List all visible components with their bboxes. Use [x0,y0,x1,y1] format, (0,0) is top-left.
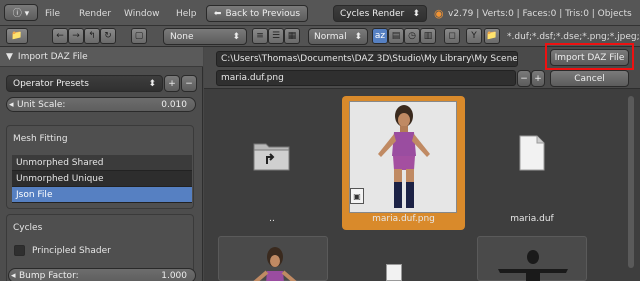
back-icon: ⬅ [213,8,222,19]
chevron-down-icon: ⬍ [412,8,420,19]
file-tile-partial[interactable] [386,264,402,281]
character-thumbnail-image [378,105,430,208]
detail-view-icon[interactable]: ☰ [268,28,284,44]
operator-sidebar: ▼ Import DAZ File Operator Presets ⬍ + −… [0,47,203,281]
thumbnail-tile-partial-2[interactable] [477,236,587,281]
duf-file-label: maria.duf [510,214,554,224]
image-file-icon: ▣ [350,188,364,204]
scene-stats: v2.79 | Verts:0 | Faces:0 | Tris:0 | Obj… [448,9,632,19]
menu-render[interactable]: Render [79,9,111,19]
minus-icon: − [185,78,193,89]
info-icon: ⓘ ▾ [12,9,30,19]
blank-file-icon [519,135,545,171]
operator-presets-select[interactable]: Operator Presets ⬍ [6,75,163,92]
editor-type-button[interactable]: ⓘ ▾ [4,4,38,21]
sort-ext-icon[interactable]: ▤ [388,28,404,44]
menu-help[interactable]: Help [176,9,197,19]
thumbnail-tile-partial[interactable] [218,236,328,281]
file-browser-toolbar: 📁 ← → ↰ ↻ ▢ None ⬍ ≡ ☰ ▦ Normal ⬍ az ▤ ◷… [0,26,640,47]
filename-decrement-button[interactable]: − [517,70,531,87]
selected-file-label: maria.duf.png [372,214,435,224]
parent-folder-icon [253,143,290,171]
mesh-option-unmorphed-shared[interactable]: Unmorphed Shared [12,155,192,171]
mesh-option-unmorphed-unique[interactable]: Unmorphed Unique [12,171,192,187]
principled-shader-label: Principled Shader [32,246,111,256]
thumbnail-view-icon[interactable]: ▦ [284,28,300,44]
bump-factor-field[interactable]: ◂ Bump Factor: 1.000 [8,268,196,281]
duf-file-tile[interactable]: maria.duf [500,132,564,228]
parent-folder-label: .. [269,214,275,224]
blender-logo-icon: ◉ [434,7,444,20]
filter-folder-icon[interactable]: 📁 [484,28,500,44]
parent-dir-icon[interactable]: ↰ [84,28,100,44]
chevron-down-icon: ⬍ [232,31,240,42]
parent-folder-tile[interactable]: .. [240,132,304,228]
show-hidden-icon[interactable]: ◻ [444,28,460,44]
filename-field[interactable]: maria.duf.png [216,70,516,86]
minus-icon: − [520,73,528,84]
add-preset-button[interactable]: + [164,75,180,92]
top-header: ⓘ ▾ File Render Window Help ⬅ Back to Pr… [0,0,640,26]
decrement-icon: ◂ [11,270,16,281]
new-folder-icon[interactable]: ▢ [131,28,147,44]
back-to-previous-button[interactable]: ⬅ Back to Previous [206,5,308,22]
figure-thumbnail-partial [498,250,568,281]
filename-increment-button[interactable]: + [531,70,545,87]
selected-file-tile[interactable]: ▣ maria.duf.png [342,96,465,230]
decrement-icon: ◂ [9,99,14,110]
plus-icon: + [168,78,176,89]
menu-file[interactable]: File [45,9,60,19]
chevron-down-icon: ⬍ [148,78,156,89]
cancel-button[interactable]: Cancel [550,70,629,87]
character-thumbnail-partial [253,247,297,281]
nav-back-icon[interactable]: ← [52,28,68,44]
chevron-down-icon: ⬍ [354,31,362,42]
directory-path-field[interactable]: C:\Users\Thomas\Documents\DAZ 3D\Studio\… [216,51,518,67]
sort-alpha-icon[interactable]: az [372,28,388,44]
thumbnail-frame [349,101,457,213]
list-view-icon[interactable]: ≡ [252,28,268,44]
vertical-scrollbar[interactable] [628,96,634,268]
filter-extensions[interactable]: *.duf;*.dsf;*.dse;*.png;*.jpeg;*.j [507,32,640,42]
unit-scale-field[interactable]: ◂ Unit Scale: 0.010 [6,97,196,112]
display-mode-select[interactable]: None ⬍ [163,28,247,45]
principled-shader-checkbox[interactable] [14,245,25,256]
refresh-icon[interactable]: ↻ [100,28,116,44]
path-row: C:\Users\Thomas\Documents\DAZ 3D\Studio\… [204,43,640,89]
sort-time-icon[interactable]: ◷ [404,28,420,44]
nav-forward-icon[interactable]: → [68,28,84,44]
bookmarks-icon[interactable]: 📁 [6,28,28,44]
mesh-fitting-label: Mesh Fitting [13,134,68,144]
filter-icon[interactable]: Y [466,28,482,44]
import-daz-file-button[interactable]: Import DAZ File [550,49,629,66]
render-engine-select[interactable]: Cycles Render ⬍ [333,5,427,22]
sort-mode-select[interactable]: Normal ⬍ [308,28,368,45]
cycles-label: Cycles [13,223,43,233]
mesh-option-json-file[interactable]: Json File [12,187,192,203]
menu-window[interactable]: Window [124,9,160,19]
remove-preset-button[interactable]: − [181,75,197,92]
import-panel-header[interactable]: ▼ Import DAZ File [0,47,203,67]
collapse-arrow-icon: ▼ [6,51,13,62]
plus-icon: + [534,73,542,84]
sort-size-icon[interactable]: ▥ [420,28,436,44]
